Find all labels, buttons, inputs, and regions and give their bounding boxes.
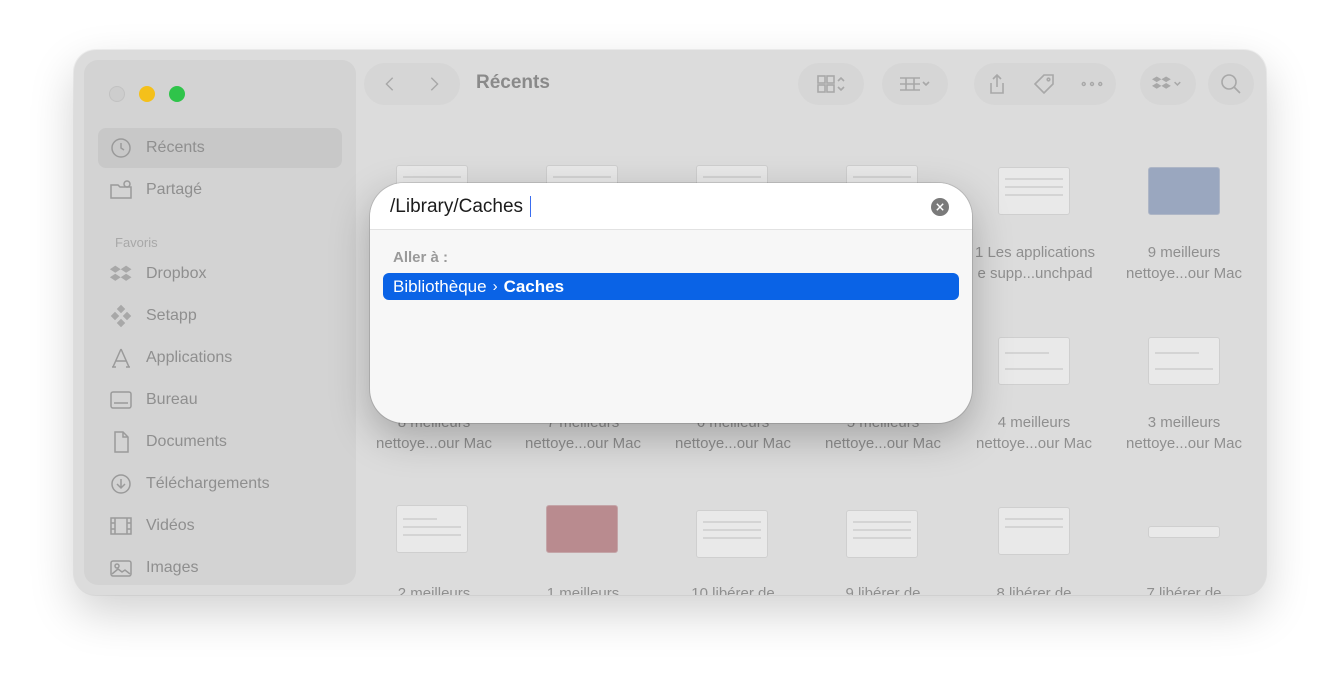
sidebar-section-favorites: Favoris <box>115 235 158 250</box>
search-button[interactable] <box>1208 63 1254 105</box>
close-window-button[interactable] <box>109 86 125 102</box>
file-item[interactable]: 8 libérer de <box>964 583 1104 595</box>
shared-folder-icon <box>108 177 134 203</box>
sidebar-item-recents[interactable]: Récents <box>98 128 342 168</box>
suggestion-target: Caches <box>503 276 565 296</box>
file-item[interactable]: 2 meilleurs <box>364 583 504 595</box>
file-thumbnail[interactable] <box>696 510 768 558</box>
maximize-window-button[interactable] <box>169 86 185 102</box>
nav-buttons <box>364 63 460 105</box>
sidebar-item-dropbox[interactable]: Dropbox <box>98 254 342 294</box>
path-input[interactable] <box>390 194 910 220</box>
share-icon[interactable] <box>987 73 1007 95</box>
view-mode-button[interactable] <box>798 63 864 105</box>
sidebar-item-label: Documents <box>146 433 227 450</box>
file-thumbnail[interactable] <box>998 167 1070 215</box>
applications-icon <box>108 345 134 371</box>
dialog-search-bar <box>370 183 972 230</box>
sidebar-item-documents[interactable]: Documents <box>98 422 342 462</box>
file-thumbnail[interactable] <box>1148 526 1220 538</box>
sidebar-item-label: Vidéos <box>146 517 195 534</box>
sidebar-item-label: Récents <box>146 139 205 156</box>
sidebar-item-images[interactable]: Images <box>98 548 342 588</box>
file-item[interactable]: 1 meilleurs <box>513 583 653 595</box>
go-to-folder-dialog: Aller à : Bibliothèque › Caches <box>370 183 972 423</box>
sidebar-item-downloads[interactable]: Téléchargements <box>98 464 342 504</box>
group-by-button[interactable] <box>882 63 948 105</box>
sidebar-item-label: Partagé <box>146 181 203 198</box>
dropbox-icon <box>108 261 134 287</box>
sidebar-item-desktop[interactable]: Bureau <box>98 380 342 420</box>
actions-toolbar <box>974 63 1116 105</box>
file-thumbnail[interactable] <box>846 510 918 558</box>
file-thumbnail[interactable] <box>396 505 468 553</box>
sidebar-item-label: Images <box>146 559 199 576</box>
close-icon <box>936 203 944 211</box>
sidebar-item-setapp[interactable]: Setapp <box>98 296 342 336</box>
file-item[interactable]: 10 libérer de <box>663 583 803 595</box>
file-item[interactable]: 1 Les applications e supp...unchpad <box>965 242 1105 284</box>
sidebar-item-label: Téléchargements <box>146 475 270 492</box>
text-caret <box>530 196 531 217</box>
clock-icon <box>108 135 134 161</box>
sidebar-item-label: Bureau <box>146 391 198 408</box>
search-icon <box>1221 74 1241 94</box>
document-icon <box>108 429 134 455</box>
sidebar-item-label: Applications <box>146 349 233 366</box>
clear-input-button[interactable] <box>931 198 949 216</box>
sidebar-item-label: Setapp <box>146 307 197 324</box>
file-thumbnail[interactable] <box>1148 337 1220 385</box>
file-item[interactable]: 9 libérer de <box>813 583 953 595</box>
download-icon <box>108 471 134 497</box>
film-icon <box>108 513 134 539</box>
dropbox-menu-button[interactable] <box>1140 63 1196 105</box>
photo-icon <box>108 555 134 581</box>
file-item[interactable]: 9 meilleurs nettoye...our Mac <box>1114 242 1254 284</box>
file-item[interactable]: 7 libérer de <box>1114 583 1254 595</box>
sidebar: Récents Partagé Favoris Dropbox Setapp A… <box>84 60 356 585</box>
icon-grid-icon <box>817 75 845 93</box>
sidebar-item-videos[interactable]: Vidéos <box>98 506 342 546</box>
file-thumbnail[interactable] <box>1148 167 1220 215</box>
sidebar-item-label: Dropbox <box>146 265 207 282</box>
chevron-right-icon: › <box>492 278 498 295</box>
suggestion-parent: Bibliothèque <box>393 276 487 296</box>
window-title: Récents <box>476 72 550 93</box>
file-thumbnail[interactable] <box>546 505 618 553</box>
setapp-icon <box>108 303 134 329</box>
tag-icon[interactable] <box>1033 73 1055 95</box>
path-suggestion[interactable]: Bibliothèque › Caches <box>383 273 959 300</box>
more-icon[interactable] <box>1081 80 1103 88</box>
minimize-window-button[interactable] <box>139 86 155 102</box>
sidebar-item-applications[interactable]: Applications <box>98 338 342 378</box>
file-item[interactable]: 3 meilleurs nettoye...our Mac <box>1114 412 1254 454</box>
back-chevron-icon[interactable] <box>381 75 399 93</box>
group-icon <box>900 77 930 91</box>
forward-chevron-icon[interactable] <box>425 75 443 93</box>
sidebar-item-shared[interactable]: Partagé <box>98 170 342 210</box>
file-thumbnail[interactable] <box>998 507 1070 555</box>
file-item[interactable]: 4 meilleurs nettoye...our Mac <box>964 412 1104 454</box>
file-thumbnail[interactable] <box>998 337 1070 385</box>
dropbox-icon <box>1152 76 1181 89</box>
goto-section-label: Aller à : <box>393 249 449 266</box>
desktop-icon <box>108 387 134 413</box>
